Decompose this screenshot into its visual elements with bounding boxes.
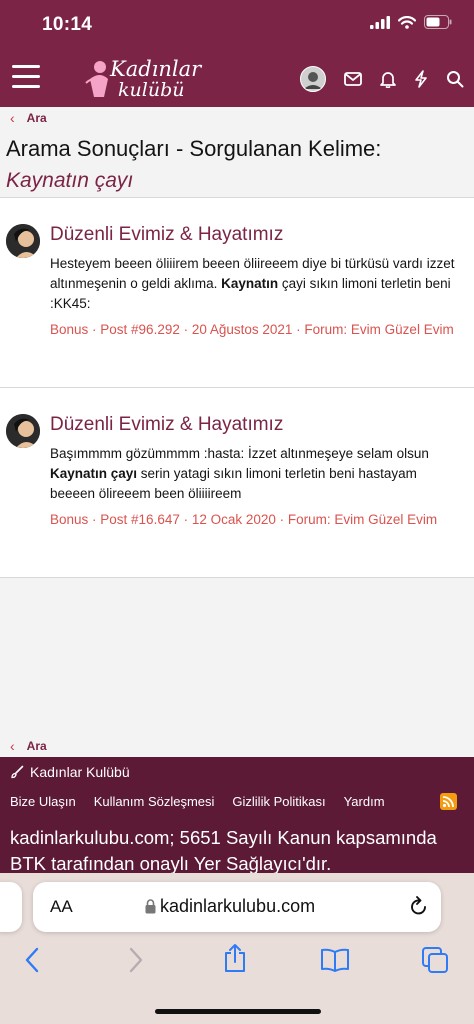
result-snippet: Hesteyem beeen öliiirem beeen öliireeem … bbox=[50, 254, 465, 314]
rss-icon[interactable] bbox=[440, 793, 457, 810]
mail-icon[interactable] bbox=[344, 72, 362, 86]
breadcrumb-bottom[interactable]: ‹ Ara bbox=[10, 738, 47, 754]
status-icons bbox=[370, 15, 452, 29]
page-title: Arama Sonuçları - Sorgulanan Kelime: bbox=[6, 136, 382, 161]
author-avatar[interactable] bbox=[6, 224, 40, 258]
cellular-icon bbox=[370, 15, 390, 29]
result-snippet: Başımmmm gözümmmm :hasta: İzzet altınmeş… bbox=[50, 444, 465, 504]
main-content: ‹ Ara Arama Sonuçları - Sorgulanan Kelim… bbox=[0, 107, 474, 757]
author-avatar[interactable] bbox=[6, 414, 40, 448]
lock-icon bbox=[145, 899, 156, 914]
site-footer: Kadınlar Kulübü Bize Ulaşın Kullanım Söz… bbox=[0, 757, 474, 877]
result-meta[interactable]: Bonus · Post #96.292 · 20 Ağustos 2021 ·… bbox=[50, 319, 465, 340]
user-avatar[interactable] bbox=[300, 66, 326, 92]
reload-icon[interactable] bbox=[409, 895, 429, 917]
search-icon[interactable] bbox=[446, 70, 464, 88]
breadcrumb-label: Ara bbox=[26, 739, 47, 753]
url-display[interactable]: kadinlarkulubu.com bbox=[145, 896, 315, 917]
url-text: kadinlarkulubu.com bbox=[160, 896, 316, 916]
chevron-left-icon: ‹ bbox=[10, 738, 15, 754]
footer-link-privacy[interactable]: Gizlilik Politikası bbox=[232, 794, 325, 809]
result-title[interactable]: Düzenli Evimiz & Hayatımız bbox=[50, 414, 283, 436]
footer-link-terms[interactable]: Kullanım Sözleşmesi bbox=[94, 794, 215, 809]
bell-icon[interactable] bbox=[380, 70, 396, 88]
bookmarks-icon[interactable] bbox=[320, 948, 350, 972]
battery-icon bbox=[424, 15, 452, 29]
previous-tab[interactable] bbox=[0, 882, 22, 932]
footer-link-help[interactable]: Yardım bbox=[344, 794, 385, 809]
hamburger-icon[interactable] bbox=[12, 65, 40, 89]
search-query: Kaynatın çayı bbox=[6, 169, 134, 192]
share-icon[interactable] bbox=[223, 943, 247, 973]
chevron-left-icon: ‹ bbox=[10, 110, 15, 126]
browser-toolbar bbox=[0, 943, 474, 983]
site-logo[interactable]: Kadınlar kulübü bbox=[84, 55, 208, 101]
snippet-text: Başımmmm gözümmmm :hasta: İzzet altınmeş… bbox=[50, 446, 429, 461]
footer-links: Bize Ulaşın Kullanım Sözleşmesi Gizlilik… bbox=[10, 794, 403, 809]
footer-brand-label: Kadınlar Kulübü bbox=[30, 764, 130, 780]
forward-icon[interactable] bbox=[128, 947, 144, 973]
address-bar[interactable]: AA kadinlarkulubu.com bbox=[33, 882, 441, 932]
header-icons bbox=[282, 66, 464, 92]
logo-text-top: Kadınlar bbox=[110, 57, 202, 81]
bolt-icon[interactable] bbox=[414, 70, 428, 88]
site-header: Kadınlar kulübü bbox=[0, 50, 474, 107]
footer-brand[interactable]: Kadınlar Kulübü bbox=[10, 764, 130, 780]
result-meta[interactable]: Bonus · Post #16.647 · 12 Ocak 2020 · Fo… bbox=[50, 509, 465, 530]
breadcrumb-top[interactable]: ‹ Ara bbox=[10, 110, 47, 126]
snippet-highlight: Kaynatın bbox=[221, 276, 279, 291]
tabs-icon[interactable] bbox=[421, 946, 449, 974]
footer-link-contact[interactable]: Bize Ulaşın bbox=[10, 794, 76, 809]
search-result[interactable]: Düzenli Evimiz & Hayatımız Başımmmm gözü… bbox=[0, 387, 474, 578]
snippet-highlight: Kaynatın çayı bbox=[50, 466, 138, 481]
status-time: 10:14 bbox=[42, 14, 93, 35]
breadcrumb-label: Ara bbox=[26, 111, 47, 125]
result-title[interactable]: Düzenli Evimiz & Hayatımız bbox=[50, 224, 283, 246]
search-results: Düzenli Evimiz & Hayatımız Hesteyem beee… bbox=[0, 197, 474, 578]
back-icon[interactable] bbox=[24, 947, 40, 973]
search-result[interactable]: Düzenli Evimiz & Hayatımız Hesteyem beee… bbox=[0, 197, 474, 387]
wifi-icon bbox=[398, 15, 416, 29]
browser-chrome: AA kadinlarkulubu.com bbox=[0, 873, 474, 1024]
status-bar: 10:14 bbox=[0, 0, 474, 50]
logo-text-bottom: kulübü bbox=[118, 79, 185, 101]
brush-icon bbox=[11, 765, 24, 779]
reader-settings-button[interactable]: AA bbox=[50, 897, 73, 917]
home-indicator bbox=[155, 1009, 321, 1014]
footer-legal-text: kadinlarkulubu.com; 5651 Sayılı Kanun ka… bbox=[10, 827, 437, 874]
